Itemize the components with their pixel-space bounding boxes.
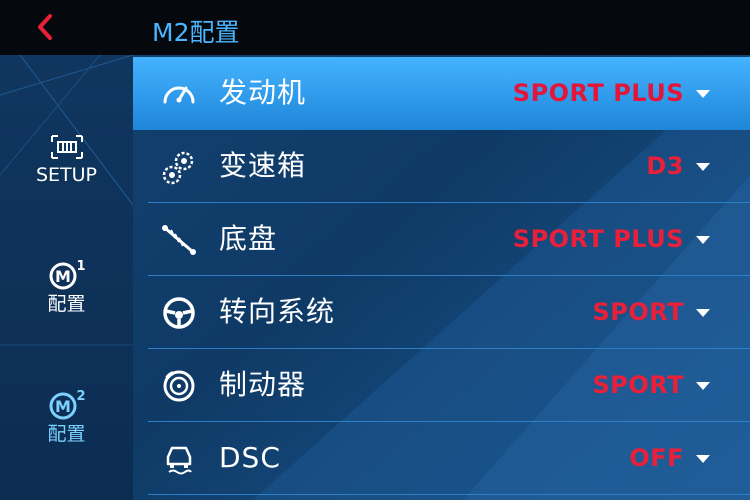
gears-icon [162,151,194,185]
m1-badge-icon: M 1 [49,259,85,290]
caret-down-icon [696,163,710,171]
shock-absorber-icon [162,225,196,255]
setting-label: 底盘 [219,222,278,255]
row-divider [148,494,750,495]
caret-down-icon [696,236,710,244]
setting-row-engine[interactable]: 发动机 SPORT PLUS [133,57,750,130]
sidebar-item-label: 配置 [47,423,86,445]
sidebar: SETUP M 1 配置 M 2 配置 [0,55,133,500]
setting-value: OFF [629,444,684,472]
settings-list: 发动机 SPORT PLUS 变速箱 D3 底盘 SPORT PLUS 转向系统… [133,55,750,500]
m2-badge-icon: M 2 [49,389,85,420]
caret-down-icon [696,90,710,98]
dsc-car-icon [166,446,192,475]
sidebar-item-m2-config[interactable]: M 2 配置 [0,388,133,446]
chevron-left-icon[interactable] [30,10,64,44]
setting-label: 发动机 [219,76,307,109]
setting-row-steering[interactable]: 转向系统 SPORT [133,276,750,349]
setting-value: SPORT [592,298,684,326]
caret-down-icon [696,455,710,463]
sidebar-item-m1-config[interactable]: M 1 配置 [0,258,133,316]
setting-label: 转向系统 [219,295,336,328]
caret-down-icon [696,382,710,390]
setup-grid-icon [50,135,83,159]
setting-label: DSC [219,441,281,474]
setting-row-brakes[interactable]: 制动器 SPORT [133,349,750,422]
steering-wheel-icon [163,297,195,329]
sidebar-item-label: SETUP [35,164,98,186]
setting-value: SPORT [592,371,684,399]
setting-label: 制动器 [219,368,307,401]
setting-label: 变速箱 [219,149,307,182]
svg-text:M: M [55,397,71,416]
speedometer-icon [163,86,195,104]
setting-value: D3 [646,152,684,180]
setting-row-chassis[interactable]: 底盘 SPORT PLUS [133,203,750,276]
setting-row-transmission[interactable]: 变速箱 D3 [133,130,750,203]
top-bar: M2配置 [0,0,750,55]
page-title: M2配置 [152,18,240,47]
svg-text:M: M [55,267,71,286]
caret-down-icon [696,309,710,317]
sidebar-item-setup[interactable]: SETUP [0,133,133,187]
brake-disc-icon [163,370,195,402]
setting-value: SPORT PLUS [512,225,684,253]
svg-text:1: 1 [76,259,85,274]
svg-text:2: 2 [76,389,85,404]
setting-value: SPORT PLUS [512,79,684,107]
sidebar-item-label: 配置 [47,293,86,315]
setting-row-dsc[interactable]: DSC OFF [133,422,750,495]
